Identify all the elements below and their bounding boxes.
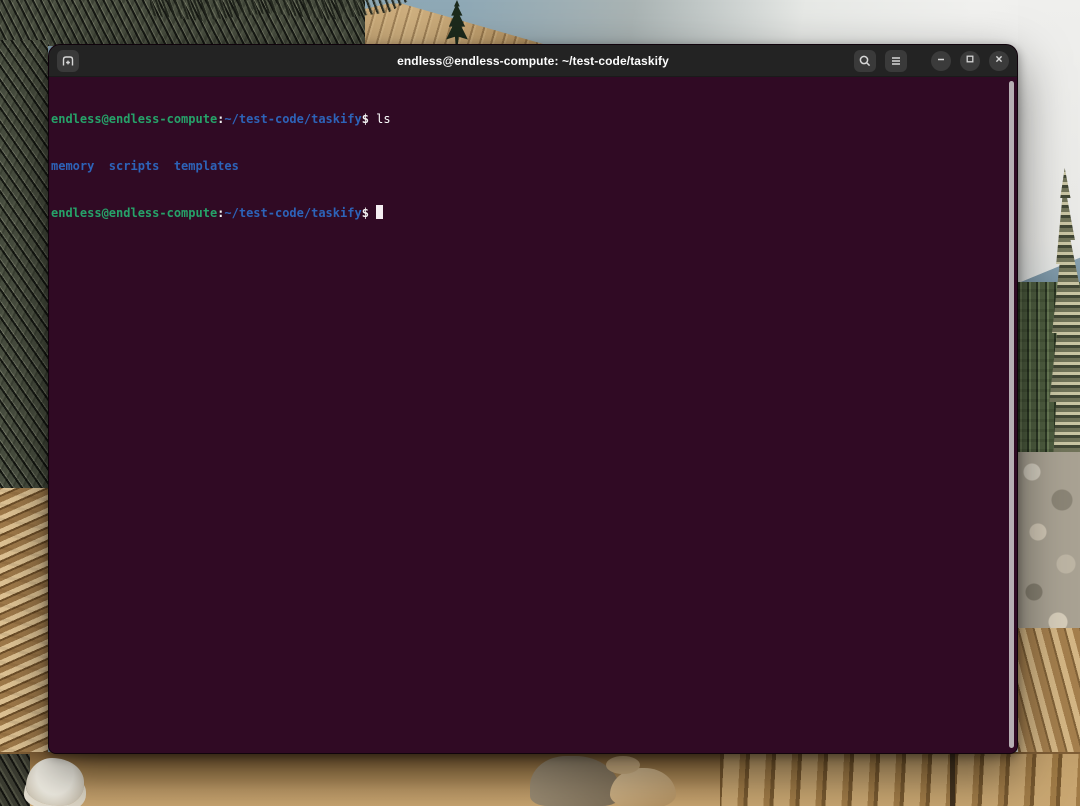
maximize-square-icon [964,53,976,68]
wallpaper-stone-small [606,756,640,774]
wallpaper-planks-bottom-right [720,754,1080,806]
minimize-button[interactable] [931,51,951,71]
close-button[interactable] [989,51,1009,71]
terminal-line-prompt-2: endless@endless-compute:~/test-code/task… [51,205,1015,222]
wallpaper-planks-bottom-left [60,754,560,806]
prompt-user-host: endless@endless-compute [51,206,217,220]
prompt-symbol: $ [362,112,369,126]
desktop: endless@endless-compute: ~/test-code/tas… [0,0,1080,806]
terminal-window: endless@endless-compute: ~/test-code/tas… [48,44,1018,754]
search-button[interactable] [854,50,876,72]
prompt-user-host: endless@endless-compute [51,112,217,126]
wallpaper-pole [950,754,955,806]
ls-output: memory scripts templates [51,159,239,173]
wallpaper-rocky-slope [1018,452,1080,642]
scrollbar-thumb[interactable] [1009,81,1014,748]
terminal-line-prompt-1: endless@endless-compute:~/test-code/task… [51,112,1015,128]
wallpaper-woodpile-left [0,488,48,778]
titlebar[interactable]: endless@endless-compute: ~/test-code/tas… [49,45,1017,77]
menu-button[interactable] [885,50,907,72]
minimize-dash-icon [935,53,947,68]
prompt-path: ~/test-code/taskify [224,206,361,220]
magnifier-icon [857,53,873,69]
wallpaper-shadow-bottom-left [0,754,30,806]
new-tab-plus-icon [60,53,76,69]
prompt-symbol: $ [362,206,369,220]
terminal-content[interactable]: endless@endless-compute:~/test-code/task… [49,78,1017,753]
new-tab-button[interactable] [57,50,79,72]
command-text: ls [376,112,390,126]
wallpaper-branches-left [0,40,48,500]
close-x-icon [993,53,1005,68]
maximize-button[interactable] [960,51,980,71]
wallpaper-carved-figure [26,758,84,806]
terminal-cursor [376,205,383,219]
terminal-line-output: memory scripts templates [51,159,1015,175]
hamburger-menu-icon [888,53,904,69]
prompt-path: ~/test-code/taskify [224,112,361,126]
